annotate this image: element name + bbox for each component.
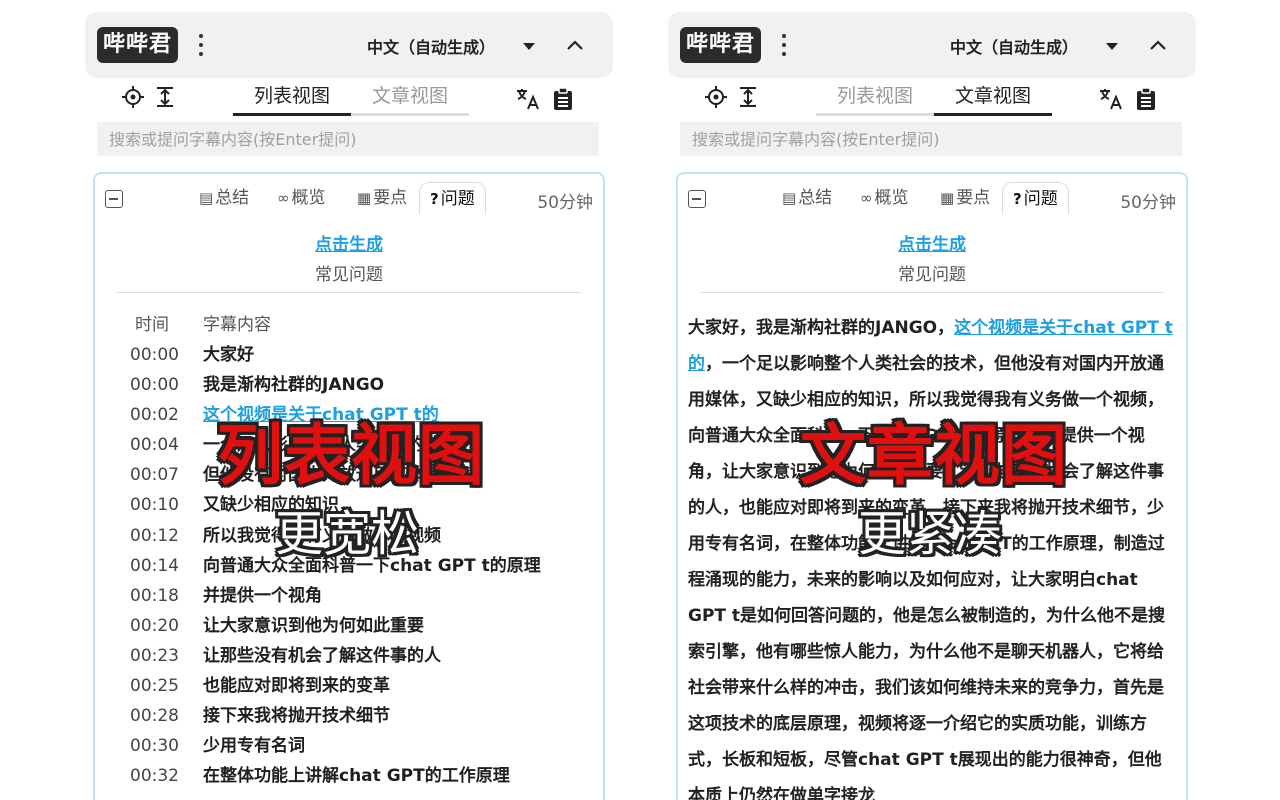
tab-overview[interactable]: ∞ 概览 xyxy=(860,182,909,214)
header-bar: 哔哔君 中文（自动生成） xyxy=(668,12,1196,78)
article-lead: 大家好，我是渐构社群的JANGO， xyxy=(688,318,955,338)
table-row[interactable]: 00:25 也能应对即将到来的变革 xyxy=(127,671,597,701)
overlay-title: 列表视图 xyxy=(217,417,485,494)
time-column-header: 时间 xyxy=(135,315,169,335)
language-select[interactable]: 中文（自动生成） xyxy=(950,34,1078,58)
video-duration: 50分钟 xyxy=(1120,193,1176,213)
question-icon: ? xyxy=(1013,190,1022,208)
tab-list-view[interactable]: 列表视图 xyxy=(816,82,934,116)
table-row[interactable]: 00:20 让大家意识到他为何如此重要 xyxy=(127,611,597,641)
tab-keypoints[interactable]: ▦ 要点 xyxy=(357,182,407,214)
tab-questions[interactable]: ? 问题 xyxy=(419,182,486,214)
table-row[interactable]: 00:00 我是渐构社群的JANGO xyxy=(127,370,597,400)
content-column-header: 字幕内容 xyxy=(203,315,271,335)
app-logo[interactable]: 哔哔君 xyxy=(680,27,762,63)
subtitle-panel-list-view: 哔哔君 中文（自动生成） 列表视图 文章视图 ▤总结 ∞概览 ▦要点 ?问题 5… xyxy=(85,12,613,800)
translate-icon[interactable] xyxy=(1098,86,1122,112)
table-row[interactable]: 00:30 少用专有名词 xyxy=(127,731,597,761)
subtitle-panel-article-view: 哔哔君 中文（自动生成） 列表视图 文章视图 ▤总结 ∞概览 ▦要点 ?问题 5… xyxy=(668,12,1196,800)
translate-icon[interactable] xyxy=(515,86,539,112)
summary-icon: ▤ xyxy=(782,189,797,207)
language-select[interactable]: 中文（自动生成） xyxy=(367,34,495,58)
tab-overview[interactable]: ∞ 概览 xyxy=(277,182,326,214)
generate-link[interactable]: 点击生成 xyxy=(95,230,603,255)
overlay-title: 文章视图 xyxy=(800,417,1068,494)
generate-subtitle: 常见问题 xyxy=(315,265,383,285)
scroll-align-icon[interactable] xyxy=(736,84,760,110)
video-duration: 50分钟 xyxy=(537,193,593,213)
collapse-card-button[interactable] xyxy=(688,190,706,208)
table-row[interactable]: 00:18 并提供一个视角 xyxy=(127,581,597,611)
table-row[interactable]: 00:23 让那些没有机会了解这件事的人 xyxy=(127,641,597,671)
header-bar: 哔哔君 中文（自动生成） xyxy=(85,12,613,78)
clipboard-icon[interactable] xyxy=(551,86,575,112)
chevron-up-icon[interactable] xyxy=(1148,36,1168,56)
app-logo[interactable]: 哔哔君 xyxy=(97,27,179,63)
tab-article-view[interactable]: 文章视图 xyxy=(351,82,469,116)
generate-link[interactable]: 点击生成 xyxy=(678,230,1186,255)
dropdown-icon[interactable] xyxy=(1106,43,1118,50)
binoculars-icon: ∞ xyxy=(277,189,290,207)
dropdown-icon[interactable] xyxy=(523,43,535,50)
locate-icon[interactable] xyxy=(121,84,145,110)
more-icon[interactable] xyxy=(778,32,790,58)
binoculars-icon: ∞ xyxy=(860,189,873,207)
generate-subtitle: 常见问题 xyxy=(898,265,966,285)
search-input[interactable] xyxy=(680,122,1182,156)
tab-questions[interactable]: ? 问题 xyxy=(1002,182,1069,214)
keypoints-icon: ▦ xyxy=(357,189,372,207)
more-icon[interactable] xyxy=(195,32,207,58)
search-input[interactable] xyxy=(97,122,599,156)
divider xyxy=(117,292,581,293)
question-icon: ? xyxy=(430,190,439,208)
locate-icon[interactable] xyxy=(704,84,728,110)
summary-icon: ▤ xyxy=(199,189,214,207)
scroll-align-icon[interactable] xyxy=(153,84,177,110)
collapse-card-button[interactable] xyxy=(105,190,123,208)
table-row[interactable]: 00:32 在整体功能上讲解chat GPT的工作原理 xyxy=(127,761,597,791)
keypoints-icon: ▦ xyxy=(940,189,955,207)
chevron-up-icon[interactable] xyxy=(565,36,585,56)
divider xyxy=(700,292,1164,293)
overlay-subtitle: 更紧凑 xyxy=(858,506,1003,562)
table-row[interactable]: 00:28 接下来我将抛开技术细节 xyxy=(127,701,597,731)
tab-summary[interactable]: ▤ 总结 xyxy=(782,182,832,214)
tab-keypoints[interactable]: ▦ 要点 xyxy=(940,182,990,214)
tab-list-view[interactable]: 列表视图 xyxy=(233,82,351,116)
tab-article-view[interactable]: 文章视图 xyxy=(934,82,1052,116)
tab-summary[interactable]: ▤ 总结 xyxy=(199,182,249,214)
table-row[interactable]: 00:00 大家好 xyxy=(127,340,597,370)
overlay-subtitle: 更宽松 xyxy=(275,506,420,562)
clipboard-icon[interactable] xyxy=(1134,86,1158,112)
